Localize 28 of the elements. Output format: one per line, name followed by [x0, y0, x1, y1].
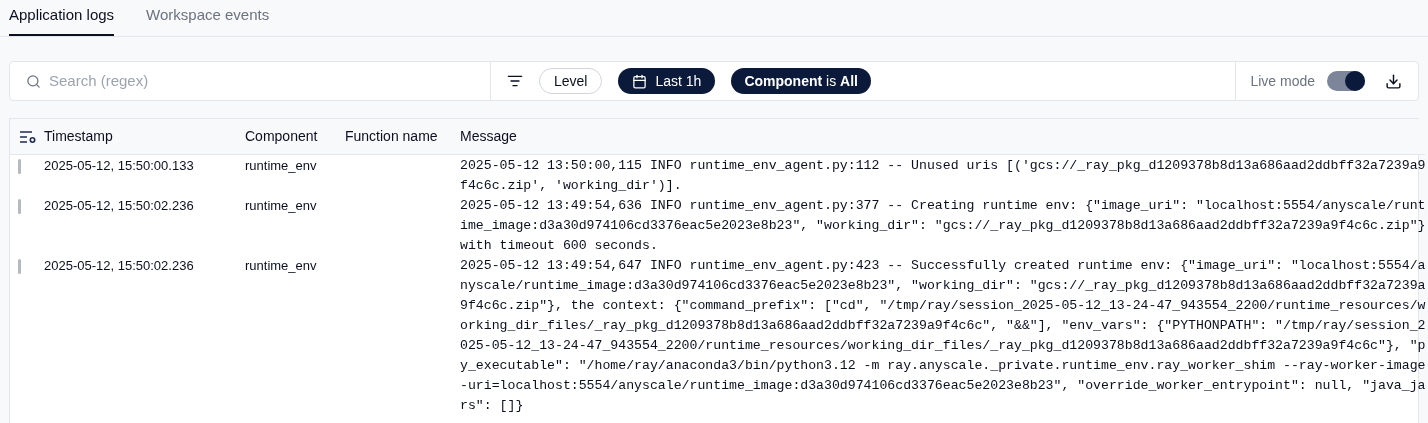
table-cell-text: runtime_env	[245, 157, 318, 175]
column-header: Timestamp	[44, 127, 114, 146]
time-filter[interactable]: Last 1h	[618, 68, 716, 94]
live-mode-switch[interactable]	[1327, 71, 1365, 91]
level-indicator	[18, 159, 21, 174]
table-cell-text: 2025-05-12, 15:50:00.133	[44, 157, 195, 175]
column-header: Component	[245, 127, 319, 146]
component-filter[interactable]: Component is All	[731, 68, 871, 94]
search-input[interactable]: Search (regex)	[49, 69, 474, 93]
table-cell-text: 2025-05-12 13:49:54,647 INFO runtime_env_agent.py:423 -- Successfully created runtime env: {"image_uri": "localhost:5554/anyscale/runtime_image:d3a30d974106cd3376eac5e2023e8b23", "working_dir": "gcs://_ray_pkg_d1209378b8d13a686aad2ddbff32a7239a9f4c6c.zip"}, the context: {"command_prefix": ["cd", "/tmp/ray/session_2025-05-12_13-24-47_943554_2200/runtime_resources/working_dir_files/_ray_pkg_d1209378b8d13a686aad2ddbff32a7239a9f4c6c", "&&"], "env_vars": {"PYTHONPATH": "/tmp/ray/session_2025-05-12_13-24-47_943554_2200/runtime_resources/working_dir_files/_ray_pkg_d1209378b8d13a686aad2ddbff32a7239a9f4c6c"}, "py_executable": "/home/ray/anaconda3/bin/python3.12 -m ray.anyscale._private.runtime_env.ray_worker_shim --ray-worker-image-uri=localhost:5554/anyscale/runtime_image:d3a30d974106cd3376eac5e2023e8b23", "override_worker_entrypoint": null, "java_jars": []}	[460, 257, 1426, 415]
table-cell-text: 2025-05-12 13:49:54,636 INFO runtime_env_agent.py:377 -- Creating runtime env: {"image_uri": "localhost:5554/anyscale/runtime_image:d3a30d974106cd3376eac5e2023e8b23", "working_dir": "gcs://_ray_pkg_d1209378b8d13a686aad2ddbff32a7239a9f4c6c.zip"} with timeout 600 seconds.	[460, 197, 1426, 255]
live-mode-label: Live mode	[1250, 71, 1315, 91]
tab[interactable]: Application logs	[9, 0, 115, 36]
tab[interactable]: Workspace events	[146, 0, 270, 36]
level-indicator	[18, 199, 21, 214]
search-icon	[26, 73, 41, 89]
table-cell-text: 2025-05-12, 15:50:02.236	[44, 257, 195, 275]
table-cell-text: runtime_env	[245, 197, 318, 215]
table-cell-text: 2025-05-12, 15:50:02.236	[44, 197, 195, 215]
column-header: Function name	[345, 127, 439, 146]
column-settings-icon[interactable]	[19, 129, 37, 144]
calendar-icon	[632, 73, 648, 89]
download-icon[interactable]	[1385, 72, 1402, 90]
level-indicator	[18, 259, 21, 274]
table-cell-text: runtime_env	[245, 257, 318, 275]
column-header: Message	[460, 127, 517, 146]
filter-icon[interactable]	[507, 73, 523, 89]
table-cell-text: 2025-05-12 13:50:00,115 INFO runtime_env_agent.py:112 -- Unused uris [('gcs://_ray_pkg_d1209378b8d13a686aad2ddbff32a7239a9f4c6c.zip', 'working_dir')].	[460, 157, 1426, 195]
